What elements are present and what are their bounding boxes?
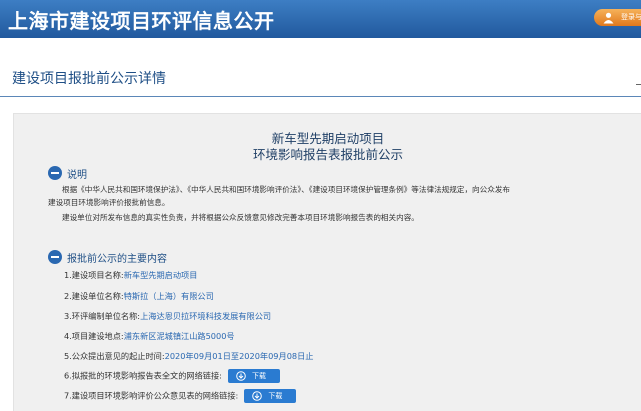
site-title: 上海市建设项目环评信息公开 [8,9,275,33]
download-label: 下载 [268,392,283,400]
document-subtitle: 环境影响报告表报批前公示 [252,147,403,162]
item-value: 特斯拉（上海）有限公司 [123,291,214,301]
minus-circle-icon [48,250,62,264]
item-label: 5.公众提出意见的起止时间: [64,351,165,361]
item-label: 7.建设项目环境影响评价公众意见表的网络链接: [64,390,239,401]
minus-circle-icon [48,166,62,180]
list-item: 5.公众提出意见的起止时间:2020年09月01日至2020年09月08日止 [64,350,314,362]
page-heading: 建设项目报批前公示详情 [12,71,166,87]
download-report-button[interactable]: 下载 [227,369,280,383]
item-label: 4.项目建设地点: [64,331,124,341]
login-label: 登录与 [621,13,641,21]
item-label: 6.拟报批的环境影响报告表全文的网络链接: [64,370,222,381]
section-label: 说明 [67,170,87,181]
item-value: 上海达恩贝拉环境科技发展有限公司 [140,311,272,321]
explanation-line: 建设单位对所发布信息的真实性负责，并将根据公众反馈意见修改完善本项目环境影响报告… [62,213,419,222]
login-button[interactable]: 登录与 [594,9,641,26]
item-label: 2.建设单位名称: [64,291,124,301]
user-icon [603,12,614,24]
site-header: 上海市建设项目环评信息公开 登录与 [0,0,641,38]
heading-divider [0,96,641,97]
download-opinion-form-button[interactable]: 下载 [244,389,297,403]
list-item: 1.建设项目名称:新车型先期启动项目 [64,269,197,281]
explanation-line: 根据《中华人民共和国环境保护法》、《中华人民共和国环境影响评价法》、《建设项目环… [62,185,511,194]
item-label: 3.环评编制单位名称: [64,311,141,321]
list-item: 3.环评编制单位名称:上海达恩贝拉环境科技发展有限公司 [64,310,271,322]
explanation-line: 建设项目环境影响评价报批前信息。 [48,198,170,207]
list-item: 4.项目建设地点:浦东新区泥城镇江山路5000号 [64,330,235,342]
list-item: 6.拟报批的环境影响报告表全文的网络链接: 下载 [64,369,280,383]
item-value: 新车型先期启动项目 [123,270,198,280]
download-arrow-icon [252,391,263,401]
list-item: 7.建设项目环境影响评价公众意见表的网络链接: 下载 [64,389,297,403]
item-value: 2020年09月01日至2020年09月08日止 [164,351,314,361]
item-label: 1.建设项目名称: [64,270,124,280]
section-label: 报批前公示的主要内容 [67,254,167,265]
detail-panel: 新车型先期启动项目 环境影响报告表报批前公示 说明 根据《中华人民共和国环境保护… [13,113,641,411]
download-label: 下载 [251,372,266,380]
list-item: 2.建设单位名称:特斯拉（上海）有限公司 [64,290,214,302]
divider [636,84,641,85]
item-value: 浦东新区泥城镇江山路5000号 [123,331,235,341]
download-arrow-icon [236,371,246,381]
